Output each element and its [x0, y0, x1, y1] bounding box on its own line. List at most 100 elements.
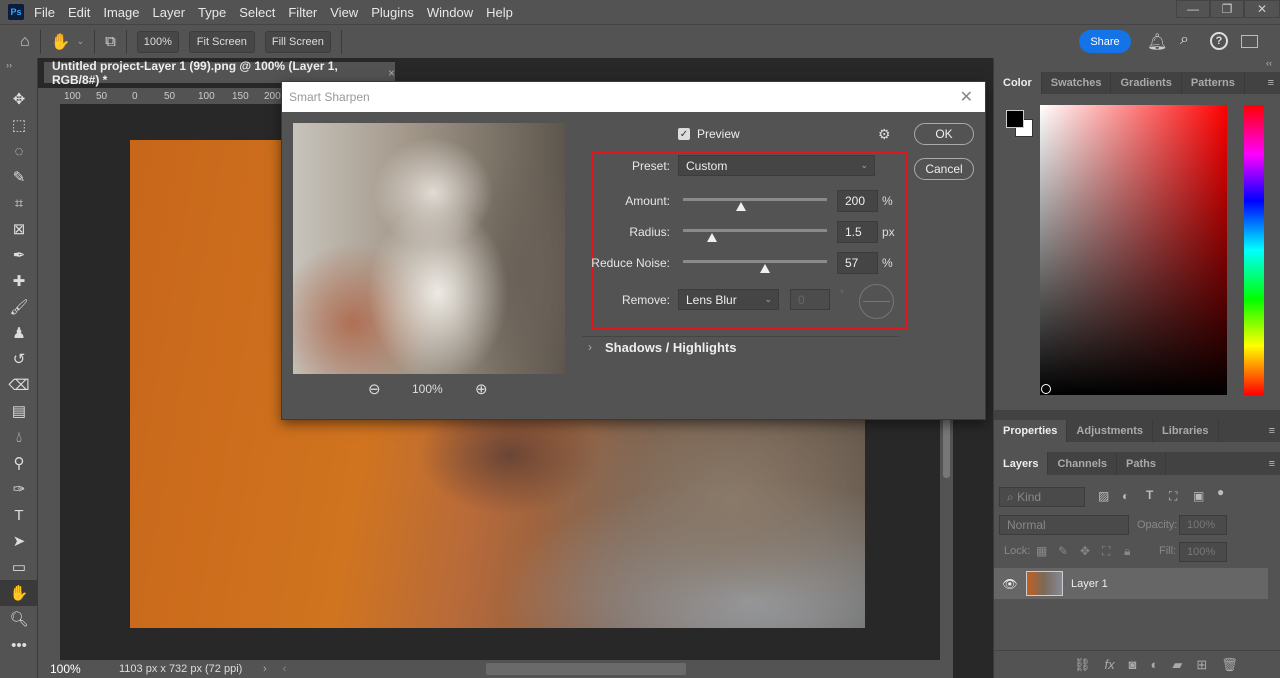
reduce-noise-slider[interactable]: [683, 260, 827, 263]
blend-mode-select[interactable]: Normal: [999, 515, 1129, 535]
search-icon[interactable]: ⌕: [1180, 31, 1189, 49]
new-layer-icon[interactable]: ⊞: [1196, 657, 1207, 673]
add-mask-icon[interactable]: ◙: [1129, 657, 1137, 672]
opacity-input[interactable]: 100%: [1179, 515, 1227, 535]
menu-plugins[interactable]: Plugins: [371, 5, 414, 20]
radius-slider[interactable]: [683, 229, 827, 232]
menu-layer[interactable]: Layer: [153, 5, 186, 20]
fit-screen-button[interactable]: Fit Screen: [188, 30, 255, 53]
dodge-tool-icon[interactable]: ⚲: [0, 450, 38, 476]
filter-type-icon[interactable]: T: [1146, 488, 1153, 502]
layer-row[interactable]: 👁︎ Layer 1: [994, 568, 1268, 599]
visibility-eye-icon[interactable]: 👁︎: [994, 577, 1026, 591]
collapse-panels-icon[interactable]: ‹‹: [994, 58, 1280, 72]
home-icon[interactable]: ⌂: [20, 33, 30, 51]
layer-filter-select[interactable]: ⌕ Kind: [999, 487, 1085, 507]
filter-pixel-icon[interactable]: ▨: [1098, 489, 1109, 503]
rectangle-tool-icon[interactable]: ▭: [0, 554, 38, 580]
menu-image[interactable]: Image: [103, 5, 139, 20]
menu-type[interactable]: Type: [198, 5, 226, 20]
scroll-thumb[interactable]: [943, 418, 950, 478]
lock-position-icon[interactable]: ✥: [1080, 544, 1090, 558]
lock-image-icon[interactable]: ✎: [1058, 544, 1068, 558]
settings-gear-icon[interactable]: ⚙: [878, 126, 891, 143]
zoom-100-button[interactable]: 100%: [136, 30, 179, 53]
history-brush-tool-icon[interactable]: ↺: [0, 346, 38, 372]
color-field[interactable]: [1040, 105, 1227, 395]
path-selection-tool-icon[interactable]: ➤: [0, 528, 38, 554]
close-tab-icon[interactable]: ×: [388, 66, 395, 80]
tab-libraries[interactable]: Libraries: [1153, 420, 1219, 442]
amount-slider-thumb[interactable]: [735, 202, 746, 211]
panel-menu-icon[interactable]: ≡: [1269, 452, 1280, 475]
lock-artboard-icon[interactable]: ⛶: [1102, 544, 1110, 559]
radius-input[interactable]: 1.5: [837, 221, 878, 243]
preview-checkbox[interactable]: ✓ Preview: [678, 127, 740, 141]
preview-image[interactable]: [293, 123, 565, 374]
filter-toggle-icon[interactable]: ●: [1217, 485, 1224, 499]
tab-adjustments[interactable]: Adjustments: [1067, 420, 1154, 442]
tab-properties[interactable]: Properties: [994, 420, 1068, 442]
foreground-color-swatch[interactable]: [1006, 110, 1024, 128]
minimize-button[interactable]: —: [1176, 0, 1210, 18]
filter-shape-icon[interactable]: ⛶: [1169, 489, 1177, 504]
marquee-tool-icon[interactable]: ⬚: [0, 112, 38, 138]
menu-window[interactable]: Window: [427, 5, 473, 20]
reduce-noise-input[interactable]: 57: [837, 252, 878, 274]
preset-select[interactable]: Custom ⌄: [678, 155, 875, 176]
menu-view[interactable]: View: [330, 5, 358, 20]
hue-slider[interactable]: [1244, 105, 1264, 395]
expand-chevron-icon[interactable]: ›: [588, 340, 592, 354]
radius-slider-thumb[interactable]: [706, 233, 717, 242]
tab-gradients[interactable]: Gradients: [1111, 72, 1182, 94]
chevron-down-icon[interactable]: ⌄: [77, 36, 85, 47]
healing-brush-tool-icon[interactable]: ✚: [0, 268, 38, 294]
color-picker-marker[interactable]: [1041, 384, 1051, 394]
help-icon[interactable]: ?: [1210, 32, 1228, 50]
filter-smart-object-icon[interactable]: ▣: [1193, 489, 1204, 503]
lock-all-icon[interactable]: 🔒︎: [1124, 544, 1130, 559]
dialog-title-bar[interactable]: Smart Sharpen ✕: [282, 82, 985, 112]
status-chevron-icon[interactable]: ›: [263, 663, 267, 675]
workspace-icon[interactable]: [1241, 35, 1258, 48]
lock-transparent-icon[interactable]: ▦: [1036, 544, 1047, 558]
zoom-tool-icon[interactable]: 🔍︎: [0, 606, 38, 632]
gradient-tool-icon[interactable]: ▤: [0, 398, 38, 424]
menu-filter[interactable]: Filter: [288, 5, 317, 20]
link-layers-icon[interactable]: ⛓: [1074, 657, 1091, 673]
blur-tool-icon[interactable]: 💧︎: [0, 424, 38, 450]
hand-tool-icon[interactable]: ✋: [0, 580, 38, 606]
tab-channels[interactable]: Channels: [1048, 452, 1117, 475]
close-window-button[interactable]: ✕: [1244, 0, 1280, 18]
amount-slider[interactable]: [683, 198, 827, 201]
scroll-left-icon[interactable]: ‹: [283, 663, 287, 675]
remove-select[interactable]: Lens Blur ⌄: [678, 289, 779, 310]
tab-patterns[interactable]: Patterns: [1182, 72, 1245, 94]
filter-adjustment-icon[interactable]: ◐: [1122, 489, 1129, 503]
notification-bell-icon[interactable]: 🔔︎: [1147, 32, 1167, 52]
pen-tool-icon[interactable]: ✑: [0, 476, 38, 502]
move-tool-icon[interactable]: ✥: [0, 86, 38, 112]
share-button[interactable]: Share: [1079, 30, 1131, 53]
shadows-highlights-section[interactable]: Shadows / Highlights: [605, 340, 736, 355]
delete-layer-trash-icon[interactable]: 🗑︎: [1221, 657, 1238, 673]
eraser-tool-icon[interactable]: ⌫: [0, 372, 38, 398]
layer-name[interactable]: Layer 1: [1071, 578, 1108, 590]
type-tool-icon[interactable]: T: [0, 502, 38, 528]
quick-select-tool-icon[interactable]: ✎: [0, 164, 38, 190]
more-tools-icon[interactable]: •••: [0, 632, 38, 658]
crop-tool-icon[interactable]: ⌗: [0, 190, 38, 216]
zoom-out-icon[interactable]: ⊖: [368, 380, 381, 398]
zoom-in-icon[interactable]: ⊕: [475, 380, 488, 398]
frame-tool-icon[interactable]: ⊠: [0, 216, 38, 242]
close-dialog-icon[interactable]: ✕: [960, 87, 973, 107]
ok-button[interactable]: OK: [914, 123, 974, 145]
horizontal-scroll-thumb[interactable]: [486, 663, 687, 675]
clone-stamp-tool-icon[interactable]: ♟: [0, 320, 38, 346]
tab-layers[interactable]: Layers: [994, 452, 1049, 475]
menu-select[interactable]: Select: [239, 5, 275, 20]
checkbox-checked-icon[interactable]: ✓: [678, 128, 690, 140]
document-tab[interactable]: Untitled project-Layer 1 (99).png @ 100%…: [44, 59, 395, 87]
adjustment-layer-icon[interactable]: ◐: [1151, 657, 1159, 672]
lasso-tool-icon[interactable]: ◌: [0, 138, 38, 164]
